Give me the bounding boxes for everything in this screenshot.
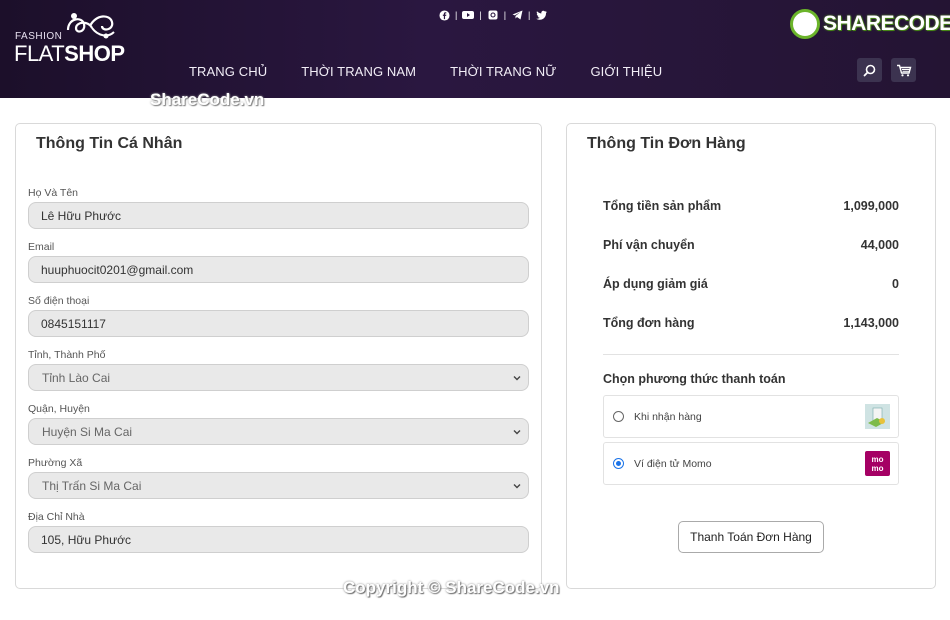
watermark-logo: SHARECODE.vn [790,9,950,39]
order-info-title: Thông Tin Đơn Hàng [587,135,746,152]
momo-logo-icon: mo mo [865,451,890,476]
logo-flourish-icon [66,13,115,39]
momo-text-top: mo [872,455,884,464]
logo-part2: SHOP [64,41,125,66]
divider: | [528,10,531,20]
cash-delivery-icon [865,404,890,429]
ward-value: Thị Trấn Si Ma Cai [42,478,142,493]
payment-method-title: Chọn phương thức thanh toán [603,372,786,386]
cart-button[interactable] [891,58,916,82]
email-field[interactable] [28,256,529,283]
summary-label: Phí vận chuyển [603,238,695,252]
payment-option-label: Ví điện tử Momo [634,458,712,470]
phone-label: Số điện thoại [28,295,90,307]
summary-value: 44,000 [860,238,899,252]
payment-radio-cod[interactable] [613,411,624,422]
chevron-down-icon [513,430,521,435]
email-label: Email [28,241,55,253]
site-header: FASHION FLATSHOP | | | | TRANG CHỦ THỜI … [0,0,950,98]
youtube-icon[interactable] [462,9,475,21]
summary-row-subtotal: Tổng tiền sản phẩm 1,099,000 [603,199,899,213]
nav-men-fashion[interactable]: THỜI TRANG NAM [301,64,416,79]
search-icon [863,64,876,76]
name-label: Họ Và Tên [28,187,79,199]
facebook-icon[interactable] [438,9,450,21]
checkout-button[interactable]: Thanh Toán Đơn Hàng [678,521,824,553]
summary-row-shipping: Phí vận chuyển 44,000 [603,238,899,252]
payment-option-cod[interactable]: Khi nhận hàng [603,395,899,438]
cart-icon [896,64,911,76]
momo-text-bottom: mo [872,464,884,473]
watermark-text: ShareCode.vn [150,90,265,109]
logo-part1: FLAT [14,41,65,66]
main-nav: TRANG CHỦ THỜI TRANG NAM THỜI TRANG NỮ G… [189,64,696,79]
nav-women-fashion[interactable]: THỜI TRANG NỮ [450,64,556,79]
name-field[interactable] [28,202,529,229]
summary-label: Tổng tiền sản phẩm [603,199,722,213]
summary-label: Tổng đơn hàng [603,316,695,330]
order-info-panel: Thông Tin Đơn Hàng Tổng tiền sản phẩm 1,… [566,123,936,589]
telegram-icon[interactable] [511,9,523,21]
province-label: Tỉnh, Thành Phố [28,349,106,361]
copyright-watermark: Copyright © ShareCode.vn [343,578,560,597]
watermark-brand: SHARECODE.vn [823,12,950,35]
instagram-icon[interactable] [487,9,499,21]
province-value: Tỉnh Lào Cai [42,370,111,385]
divider: | [503,10,507,20]
phone-field[interactable] [28,310,529,337]
site-logo[interactable]: FLATSHOP [14,41,125,67]
social-links: | | | | [438,9,547,21]
chevron-down-icon [513,484,521,489]
nav-about[interactable]: GIỚI THIỆU [590,64,662,79]
summary-label: Áp dụng giảm giá [603,277,708,291]
summary-row-total: Tổng đơn hàng 1,143,000 [603,316,899,330]
divider: | [479,10,482,20]
summary-value: 1,099,000 [843,199,899,213]
district-select[interactable]: Huyện Si Ma Cai [28,418,529,445]
divider: | [455,10,458,20]
payment-radio-momo[interactable] [613,458,624,469]
payment-option-label: Khi nhận hàng [634,411,702,423]
divider [603,354,899,355]
summary-row-discount: Áp dụng giảm giá 0 [603,277,899,291]
ward-select[interactable]: Thị Trấn Si Ma Cai [28,472,529,499]
address-field[interactable] [28,526,529,553]
nav-home[interactable]: TRANG CHỦ [189,64,267,79]
summary-value: 0 [892,277,899,291]
watermark-circle-icon [790,9,820,39]
district-label: Quận, Huyện [28,403,90,415]
district-value: Huyện Si Ma Cai [42,424,133,439]
search-button[interactable] [857,58,882,82]
summary-value: 1,143,000 [843,316,899,330]
ward-label: Phường Xã [28,457,83,469]
twitter-icon[interactable] [535,9,547,21]
personal-info-title: Thông Tin Cá Nhân [36,135,183,152]
personal-info-panel: Thông Tin Cá Nhân Họ Và Tên Email Số điệ… [15,123,542,589]
payment-option-momo[interactable]: Ví điện tử Momo mo mo [603,442,899,485]
province-select[interactable]: Tỉnh Lào Cai [28,364,529,391]
chevron-down-icon [513,376,521,381]
address-label: Địa Chỉ Nhà [28,511,85,523]
